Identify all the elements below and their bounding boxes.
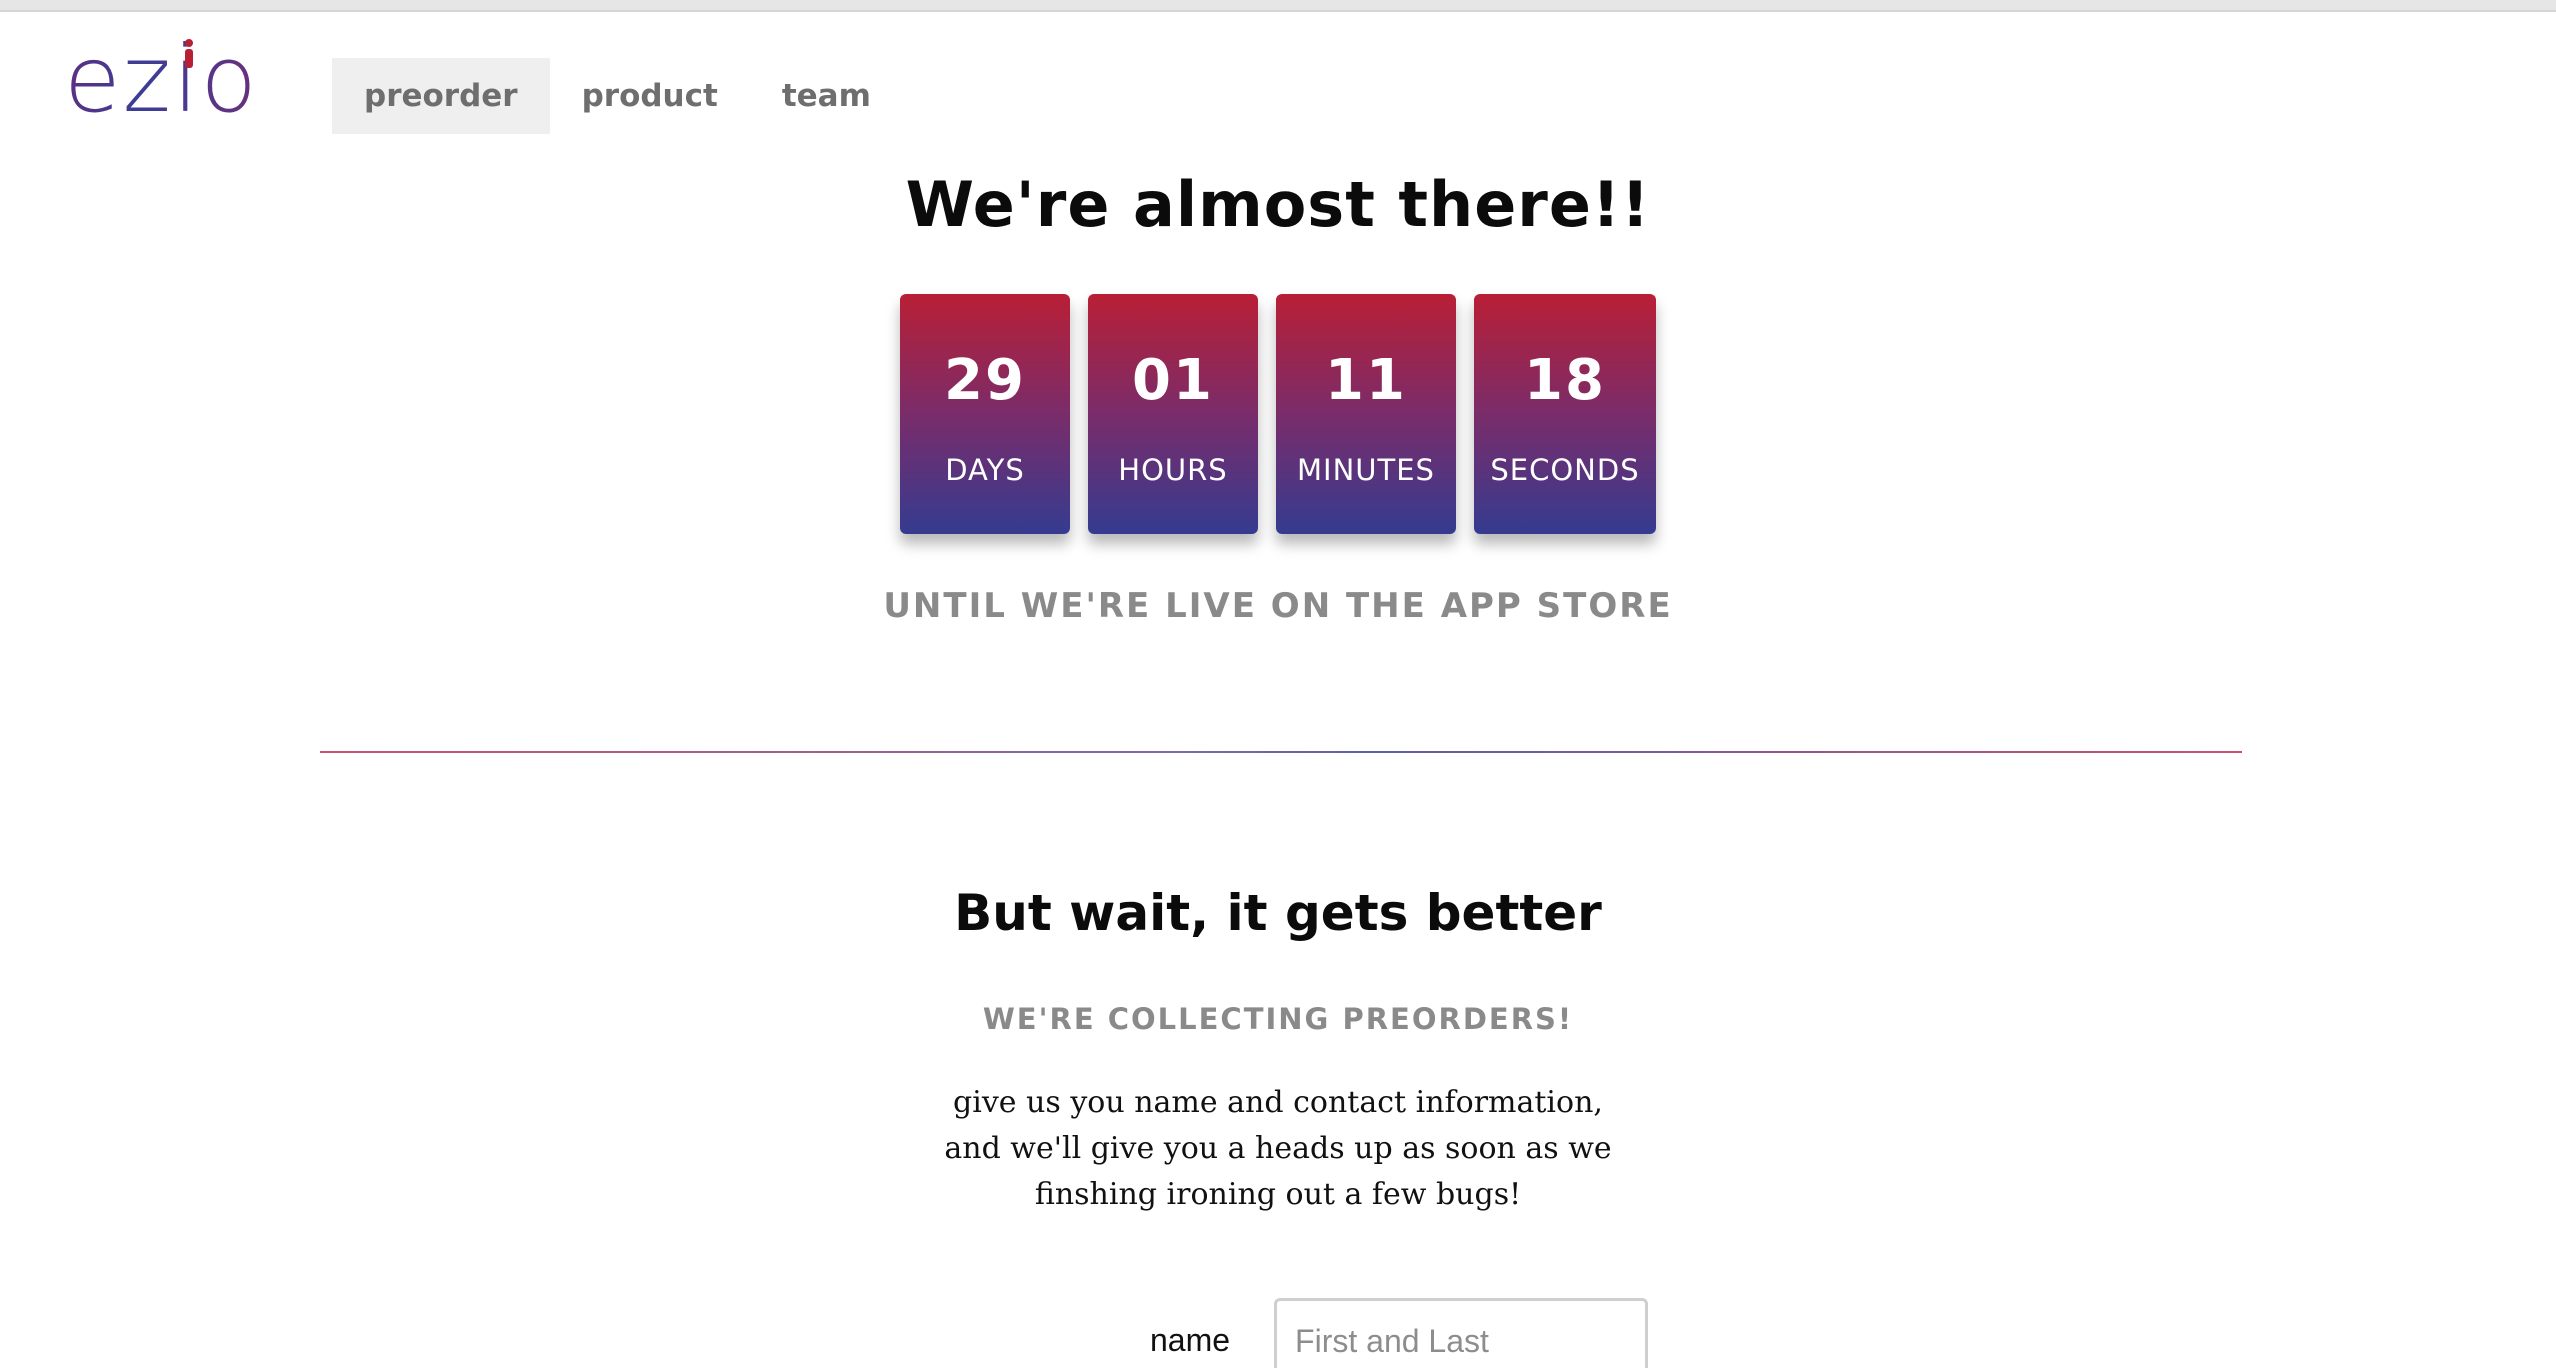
name-input[interactable] bbox=[1274, 1298, 1649, 1368]
name-label: name bbox=[1150, 1321, 1231, 1358]
countdown-minutes-value: 11 bbox=[1325, 348, 1407, 413]
preorder-description: give us you name and contact information… bbox=[900, 1080, 1656, 1218]
name-form-row: name bbox=[1150, 1298, 1649, 1368]
preorder-title: But wait, it gets better bbox=[954, 884, 1602, 942]
preorder-description-line: finshing ironing out a few bugs! bbox=[1034, 1177, 1522, 1212]
countdown-timer: 29 DAYS 01 HOURS 11 MINUTES 18 SECONDS bbox=[0, 294, 2556, 534]
nav-item-team[interactable]: team bbox=[750, 58, 903, 134]
logo-person-icon bbox=[185, 39, 193, 68]
countdown-seconds-label: SECONDS bbox=[1490, 453, 1640, 487]
countdown-days-value: 29 bbox=[944, 348, 1026, 413]
countdown-minutes-label: MINUTES bbox=[1297, 453, 1435, 487]
countdown-days-label: DAYS bbox=[945, 453, 1025, 487]
countdown-hours-label: HOURS bbox=[1118, 453, 1228, 487]
countdown-days: 29 DAYS bbox=[900, 294, 1070, 534]
preorder-description-line: give us you name and contact information… bbox=[953, 1085, 1603, 1120]
countdown-seconds-value: 18 bbox=[1524, 348, 1606, 413]
main-nav: preorder product team bbox=[332, 58, 903, 134]
page-headline: We're almost there!! bbox=[905, 168, 1651, 241]
countdown-minutes: 11 MINUTES bbox=[1276, 294, 1456, 534]
countdown-subtext: UNTIL WE'RE LIVE ON THE APP STORE bbox=[883, 586, 1673, 626]
nav-item-preorder[interactable]: preorder bbox=[332, 58, 550, 134]
browser-top-edge bbox=[0, 0, 2556, 12]
countdown-seconds: 18 SECONDS bbox=[1474, 294, 1656, 534]
nav-item-product[interactable]: product bbox=[550, 58, 750, 134]
logo[interactable]: ezio bbox=[64, 30, 264, 130]
preorder-subtitle: WE'RE COLLECTING PREORDERS! bbox=[982, 1002, 1574, 1036]
preorder-description-line: and we'll give you a heads up as soon as… bbox=[944, 1131, 1612, 1166]
section-divider bbox=[320, 751, 2242, 753]
logo-wordmark: ezio bbox=[64, 26, 259, 133]
countdown-hours: 01 HOURS bbox=[1088, 294, 1258, 534]
countdown-hours-value: 01 bbox=[1132, 348, 1214, 413]
